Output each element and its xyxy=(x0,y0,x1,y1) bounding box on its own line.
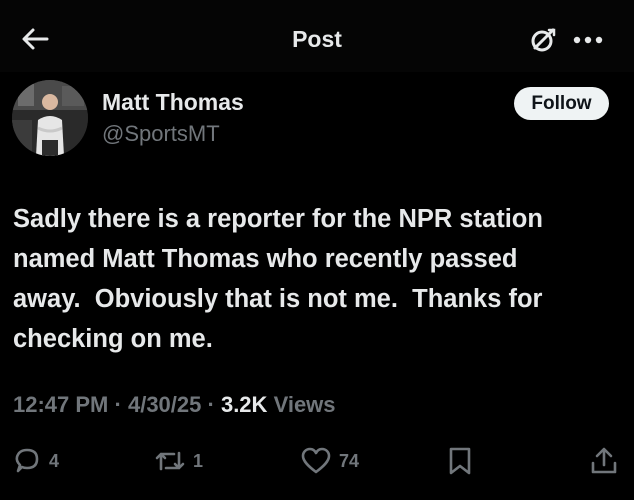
grok-button[interactable] xyxy=(526,24,560,56)
repost-button[interactable]: 1 xyxy=(154,443,203,479)
share-icon xyxy=(591,447,617,474)
like-count: 74 xyxy=(339,450,360,471)
follow-button[interactable]: Follow xyxy=(514,87,609,120)
action-bar: 4 1 74 xyxy=(0,443,634,483)
author-name[interactable]: Matt Thomas xyxy=(102,89,244,116)
avatar[interactable] xyxy=(12,80,88,156)
meta-separator: · xyxy=(207,392,215,417)
post-text: Sadly there is a reporter for the NPR st… xyxy=(13,205,543,353)
bookmark-button[interactable] xyxy=(446,443,474,479)
post-time[interactable]: 12:47 PM xyxy=(13,392,108,417)
repost-icon xyxy=(155,451,185,471)
bookmark-icon xyxy=(449,447,471,475)
more-button[interactable] xyxy=(568,26,608,54)
views-count: 3.2K xyxy=(220,392,268,417)
meta-separator: · xyxy=(114,392,122,417)
heart-icon xyxy=(301,447,331,474)
reply-count: 4 xyxy=(49,450,60,471)
reply-icon xyxy=(15,448,39,473)
more-icon xyxy=(573,36,603,44)
top-bar: Post xyxy=(0,0,634,72)
share-button[interactable] xyxy=(590,443,618,479)
repost-count: 1 xyxy=(193,450,204,471)
author-handle[interactable]: @SportsMT xyxy=(102,121,220,147)
profile-photo xyxy=(12,80,88,156)
reply-button[interactable]: 4 xyxy=(12,443,59,479)
views-label: Views xyxy=(273,392,336,417)
post-date[interactable]: 4/30/25 xyxy=(128,392,201,417)
post-meta: 12:47 PM · 4/30/25 · 3.2K Views xyxy=(13,392,336,418)
like-button[interactable]: 74 xyxy=(300,443,359,479)
grok-icon xyxy=(531,28,556,52)
